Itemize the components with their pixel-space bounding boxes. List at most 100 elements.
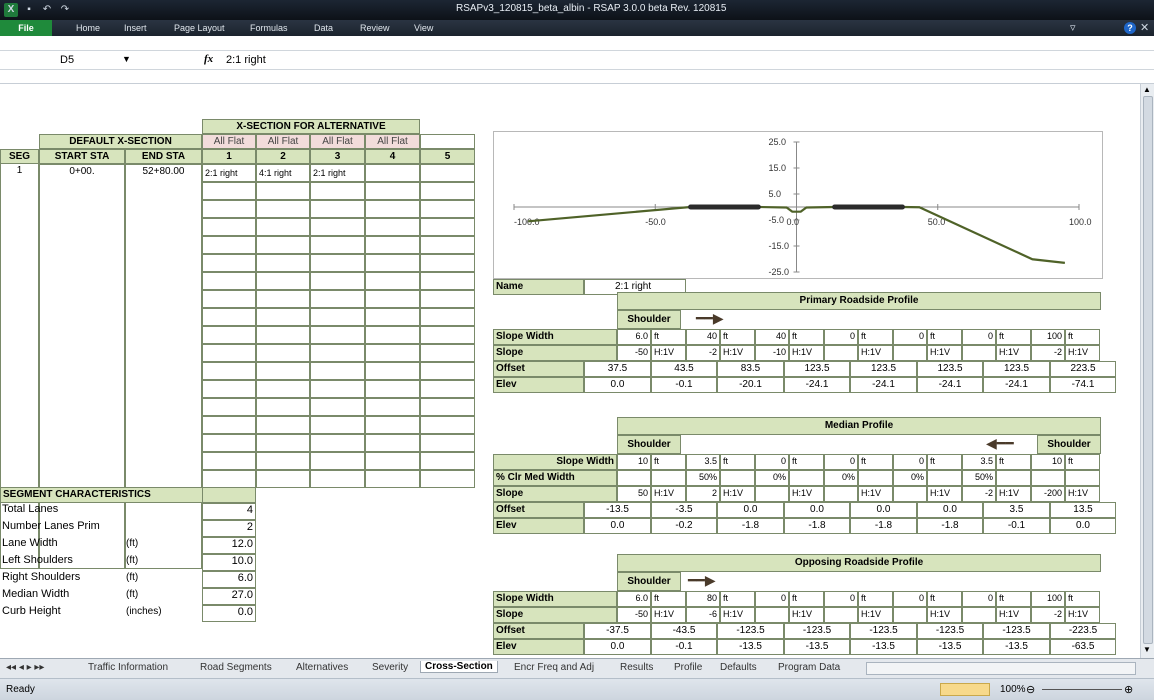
primary-slope-width-value[interactable]: 100	[1031, 329, 1065, 345]
alt-cell[interactable]	[256, 290, 310, 308]
alt-name-4[interactable]: All Flat	[365, 134, 420, 149]
alt-cell[interactable]	[310, 308, 365, 326]
alt-cell[interactable]	[310, 272, 365, 290]
alt-cell[interactable]	[202, 362, 256, 380]
sheet-tab-encr-freq[interactable]: Encr Freq and Adj	[514, 662, 594, 673]
alt-cell[interactable]	[365, 254, 420, 272]
median-slope-value[interactable]	[824, 486, 858, 502]
alt-cell[interactable]	[256, 272, 310, 290]
alt-cell[interactable]	[420, 398, 475, 416]
alt-cell[interactable]	[202, 290, 256, 308]
alt-cell[interactable]	[256, 308, 310, 326]
opposing-slope-width-value[interactable]: 0	[824, 591, 858, 607]
tab-home[interactable]: Home	[76, 20, 100, 36]
sheet-tab-cross-section[interactable]: Cross-Section	[420, 661, 498, 673]
median-clr-value[interactable]: 0%	[893, 470, 927, 486]
alt-cell[interactable]	[256, 398, 310, 416]
zoom-out-icon[interactable]: ⊖	[1026, 683, 1035, 696]
alt-cell[interactable]	[256, 254, 310, 272]
alt-cell[interactable]	[202, 398, 256, 416]
horizontal-scrollbar[interactable]	[866, 662, 1136, 675]
alt-cell[interactable]	[310, 416, 365, 434]
scroll-thumb[interactable]	[1143, 96, 1153, 644]
opposing-slope-value[interactable]	[962, 607, 996, 623]
alt-cell[interactable]	[420, 164, 475, 182]
segchar-value[interactable]: 4	[202, 503, 256, 520]
alt-cell[interactable]	[202, 380, 256, 398]
zoom-slider[interactable]	[1042, 689, 1122, 690]
sheet-tab-results[interactable]: Results	[620, 662, 653, 673]
alt-cell[interactable]	[256, 434, 310, 452]
alt-cell[interactable]	[256, 362, 310, 380]
insert-function-icon[interactable]: fx	[204, 53, 213, 65]
alt-cell[interactable]	[256, 344, 310, 362]
alt-cell[interactable]	[365, 452, 420, 470]
primary-slope-value[interactable]: -2	[686, 345, 720, 361]
alt-cell[interactable]	[420, 326, 475, 344]
median-clr-value[interactable]: 0%	[824, 470, 858, 486]
alt-cell[interactable]	[310, 452, 365, 470]
alt-cell[interactable]	[256, 236, 310, 254]
alt-cell[interactable]	[256, 452, 310, 470]
median-slope-value[interactable]: -2	[962, 486, 996, 502]
median-clr-value[interactable]: 0%	[755, 470, 789, 486]
median-slope-width-value[interactable]: 3.5	[962, 454, 996, 470]
alt-cell[interactable]	[256, 416, 310, 434]
alt-cell[interactable]	[202, 434, 256, 452]
alt-cell[interactable]	[365, 434, 420, 452]
opposing-slope-width-value[interactable]: 0	[755, 591, 789, 607]
alt-cell[interactable]	[202, 326, 256, 344]
alt-cell[interactable]	[420, 182, 475, 200]
alt-cell[interactable]	[256, 182, 310, 200]
alt-cell[interactable]	[365, 380, 420, 398]
tab-insert[interactable]: Insert	[124, 20, 147, 36]
median-clr-value[interactable]: 50%	[962, 470, 996, 486]
redo-icon[interactable]: ↷	[58, 3, 72, 17]
alt-cell[interactable]: 2:1 right	[310, 164, 365, 182]
alt-cell[interactable]	[310, 380, 365, 398]
alt-cell[interactable]	[256, 200, 310, 218]
sheet-tab-alternatives[interactable]: Alternatives	[296, 662, 348, 673]
alt-cell[interactable]	[420, 452, 475, 470]
segchar-value[interactable]: 12.0	[202, 537, 256, 554]
alt-cell[interactable]	[202, 470, 256, 488]
segchar-value[interactable]: 10.0	[202, 554, 256, 571]
opposing-slope-width-value[interactable]: 80	[686, 591, 720, 607]
opposing-slope-value[interactable]	[893, 607, 927, 623]
opposing-slope-width-value[interactable]: 6.0	[617, 591, 651, 607]
median-slope-width-value[interactable]: 10	[617, 454, 651, 470]
primary-slope-value[interactable]	[824, 345, 858, 361]
opposing-slope-width-value[interactable]: 100	[1031, 591, 1065, 607]
alt-cell[interactable]	[420, 290, 475, 308]
median-slope-value[interactable]	[755, 486, 789, 502]
alt-cell[interactable]: 4:1 right	[256, 164, 310, 182]
alt-cell[interactable]	[310, 362, 365, 380]
median-slope-width-value[interactable]: 3.5	[686, 454, 720, 470]
alt-cell[interactable]	[365, 470, 420, 488]
alt-cell[interactable]: 2:1 right	[202, 164, 256, 182]
alt-cell[interactable]	[420, 416, 475, 434]
alt-cell[interactable]	[310, 218, 365, 236]
alt-cell[interactable]	[420, 434, 475, 452]
alt-cell[interactable]	[365, 164, 420, 182]
median-slope-value[interactable]: 50	[617, 486, 651, 502]
alt-cell[interactable]	[420, 272, 475, 290]
alt-cell[interactable]	[365, 416, 420, 434]
alt-cell[interactable]	[202, 236, 256, 254]
alt-cell[interactable]	[202, 182, 256, 200]
alt-cell[interactable]	[365, 218, 420, 236]
alt-cell[interactable]	[365, 236, 420, 254]
primary-slope-value[interactable]: -2	[1031, 345, 1065, 361]
median-slope-value[interactable]: 2	[686, 486, 720, 502]
primary-slope-width-value[interactable]: 6.0	[617, 329, 651, 345]
alt-cell[interactable]	[202, 344, 256, 362]
sheet-tab-traffic-information[interactable]: Traffic Information	[88, 662, 168, 673]
tab-page-layout[interactable]: Page Layout	[174, 20, 225, 36]
alt-cell[interactable]	[256, 380, 310, 398]
opposing-slope-width-value[interactable]: 0	[893, 591, 927, 607]
close-icon[interactable]: ✕	[1140, 21, 1149, 35]
primary-slope-width-value[interactable]: 40	[755, 329, 789, 345]
opposing-slope-value[interactable]	[755, 607, 789, 623]
tab-data[interactable]: Data	[314, 20, 333, 36]
alt-cell[interactable]	[256, 470, 310, 488]
